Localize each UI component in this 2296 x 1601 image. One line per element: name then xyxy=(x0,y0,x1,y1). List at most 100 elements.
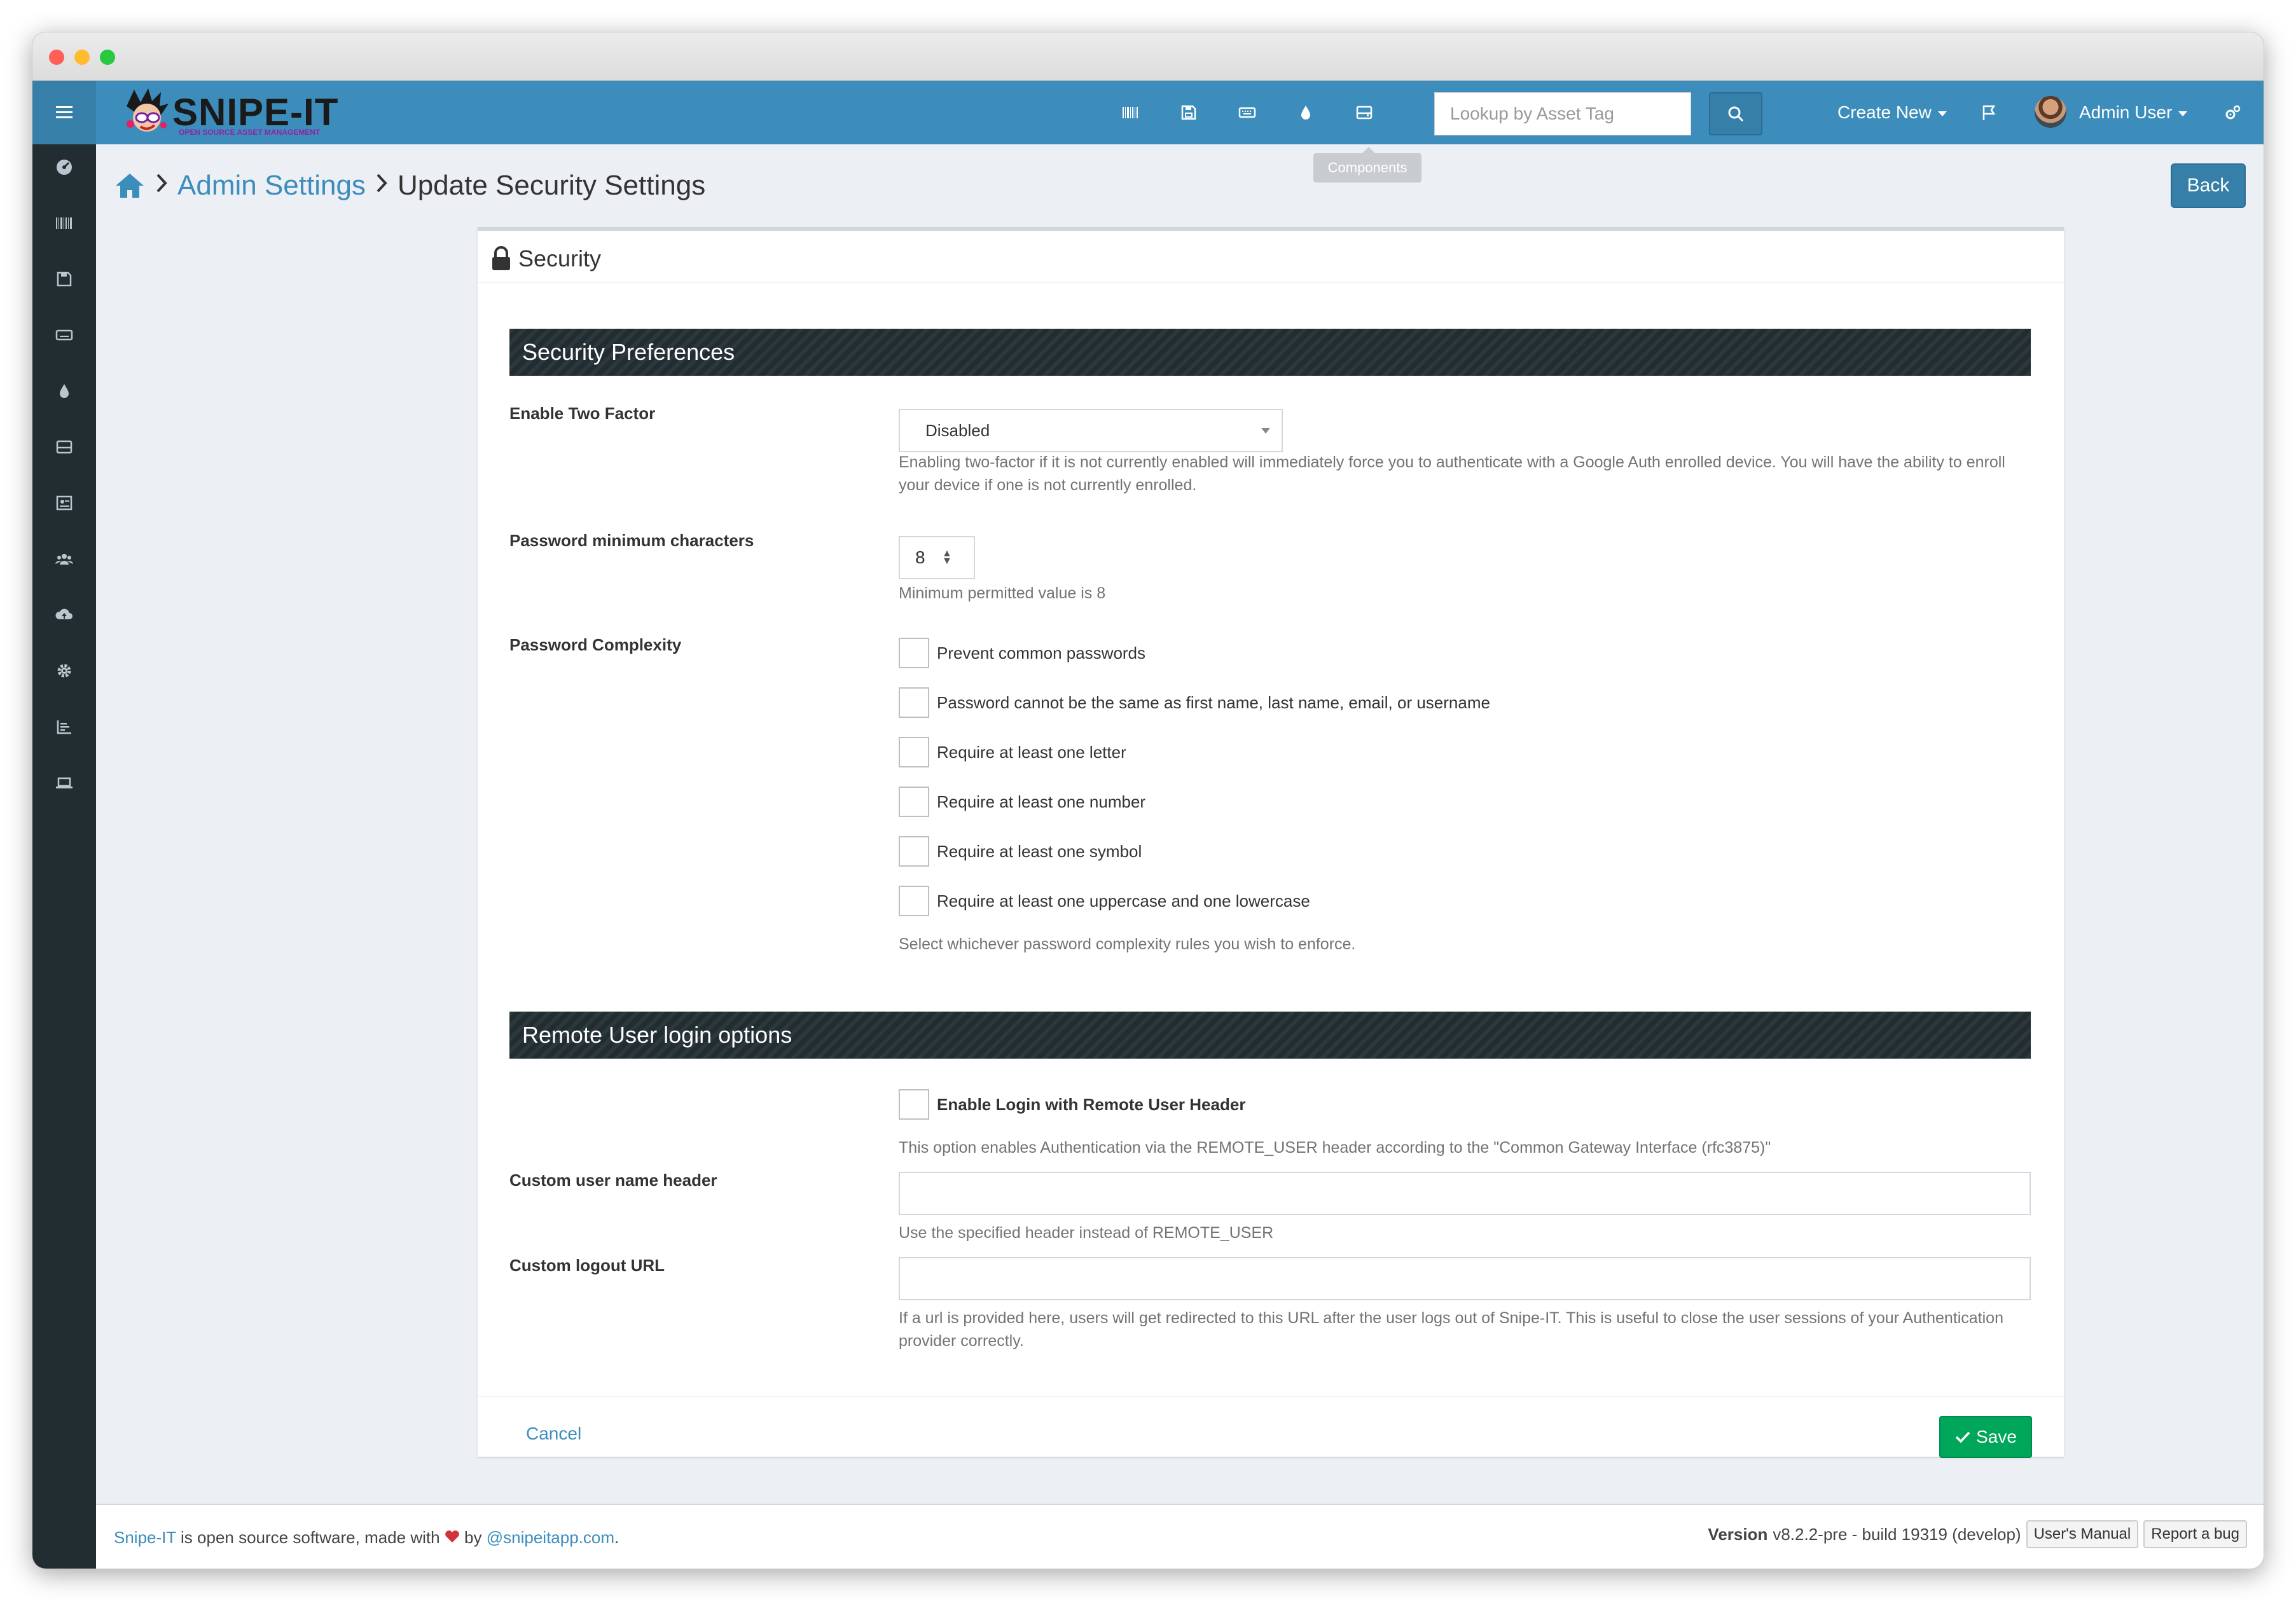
barcode-icon[interactable] xyxy=(52,210,77,236)
tint-icon[interactable] xyxy=(52,378,77,404)
users-manual-button[interactable]: User's Manual xyxy=(2026,1520,2139,1548)
breadcrumb-admin-settings-link[interactable]: Admin Settings xyxy=(177,170,366,202)
checkbox[interactable] xyxy=(899,687,929,718)
complexity-option[interactable]: Prevent common passwords xyxy=(899,638,1145,668)
logout-url-label: Custom logout URL xyxy=(509,1256,665,1275)
logo-mascot-icon xyxy=(127,88,169,132)
panel-title-text: Security xyxy=(518,245,602,271)
license-icon[interactable] xyxy=(52,490,77,516)
check-icon xyxy=(1955,1431,1970,1443)
flag-icon[interactable] xyxy=(1976,100,2002,125)
hamburger-icon xyxy=(56,106,73,118)
hdd-icon[interactable] xyxy=(52,434,77,460)
remote-user-option[interactable]: Enable Login with Remote User Header xyxy=(899,1089,1245,1120)
complexity-option[interactable]: Require at least one symbol xyxy=(899,836,1142,867)
footer-text: by xyxy=(464,1528,482,1547)
complexity-option[interactable]: Password cannot be the same as first nam… xyxy=(899,687,1490,718)
save-icon[interactable] xyxy=(1176,100,1201,125)
users-icon[interactable] xyxy=(52,546,77,572)
settings-icon[interactable] xyxy=(52,658,77,684)
page-footer: Snipe-IT is open source software, made w… xyxy=(96,1504,2264,1569)
checkbox[interactable] xyxy=(899,886,929,916)
save-button[interactable]: Save xyxy=(1939,1416,2032,1458)
security-settings-panel: Security Security Preferences Enable Two… xyxy=(478,227,2064,1458)
keyboard-icon[interactable] xyxy=(52,322,77,348)
chevron-down-icon xyxy=(1937,111,1947,116)
browser-window: SNIPE-IT OPEN SOURCE ASSET MANAGEMENT Lo… xyxy=(32,32,2264,1569)
complexity-option[interactable]: Require at least one uppercase and one l… xyxy=(899,886,1310,916)
checkbox[interactable] xyxy=(899,737,929,767)
avatar[interactable] xyxy=(2035,96,2066,128)
two-factor-label: Enable Two Factor xyxy=(509,404,656,423)
page-title: Update Security Settings xyxy=(397,170,706,201)
complexity-help: Select whichever password complexity rul… xyxy=(899,935,1356,953)
sidebar xyxy=(32,81,96,1569)
save-icon[interactable] xyxy=(52,266,77,292)
checkbox-label: Require at least one letter xyxy=(937,742,1126,762)
window-titlebar xyxy=(32,32,2264,81)
home-icon[interactable] xyxy=(114,172,146,200)
checkbox-label: Enable Login with Remote User Header xyxy=(937,1094,1246,1114)
footer-version: Version v8.2.2-pre - build 19319 (develo… xyxy=(1708,1520,2247,1548)
cloud-upload-icon[interactable] xyxy=(52,602,77,628)
two-factor-select-value: Disabled xyxy=(925,421,990,440)
logout-url-input[interactable] xyxy=(899,1257,2031,1300)
user-menu-dropdown[interactable]: Admin User xyxy=(2079,100,2188,125)
checkbox-label: Require at least one symbol xyxy=(937,841,1142,861)
chevron-right-icon xyxy=(375,172,389,200)
search-icon xyxy=(1728,106,1744,122)
custom-header-input[interactable] xyxy=(899,1172,2031,1215)
cogs-icon[interactable] xyxy=(2220,100,2246,125)
tint-icon[interactable] xyxy=(1293,100,1318,125)
complexity-option[interactable]: Require at least one number xyxy=(899,787,1145,817)
laptop-icon[interactable] xyxy=(52,770,77,795)
footer-text: is open source software, made with xyxy=(181,1528,440,1547)
chevron-down-icon xyxy=(2178,111,2188,116)
checkbox-label: Require at least one number xyxy=(937,792,1146,811)
barcode-icon[interactable] xyxy=(1117,100,1143,125)
divider xyxy=(478,282,2064,283)
user-name: Admin User xyxy=(2079,102,2173,122)
search-button[interactable] xyxy=(1709,92,1762,135)
complexity-option[interactable]: Require at least one letter xyxy=(899,737,1126,767)
logo-text: SNIPE-IT xyxy=(172,91,339,134)
dashboard-icon[interactable] xyxy=(52,155,77,180)
app-logo[interactable]: SNIPE-IT OPEN SOURCE ASSET MANAGEMENT xyxy=(121,86,338,139)
section-header-remote-user: Remote User login options xyxy=(509,1012,2031,1059)
password-min-value: 8 xyxy=(915,547,925,567)
checkbox-label: Prevent common passwords xyxy=(937,643,1146,663)
close-window-button[interactable] xyxy=(49,50,64,65)
lock-icon xyxy=(492,246,510,270)
hdd-icon[interactable] xyxy=(1352,100,1377,125)
minimize-window-button[interactable] xyxy=(74,50,90,65)
password-complexity-label: Password Complexity xyxy=(509,635,682,654)
checkbox-label: Password cannot be the same as first nam… xyxy=(937,692,1490,712)
two-factor-select[interactable]: Disabled xyxy=(899,409,1283,452)
checkbox[interactable] xyxy=(899,787,929,817)
logout-url-help: If a url is provided here, users will ge… xyxy=(899,1309,2003,1350)
password-min-help: Minimum permitted value is 8 xyxy=(899,584,1106,602)
heart-icon xyxy=(445,1530,459,1543)
menu-toggle-button[interactable] xyxy=(32,81,96,144)
top-navbar: SNIPE-IT OPEN SOURCE ASSET MANAGEMENT Lo… xyxy=(32,81,2264,144)
logo-subtext: OPEN SOURCE ASSET MANAGEMENT xyxy=(179,128,321,137)
back-button[interactable]: Back xyxy=(2171,163,2246,208)
create-new-dropdown[interactable]: Create New xyxy=(1837,100,1947,125)
checkbox[interactable] xyxy=(899,836,929,867)
snipeit-link[interactable]: Snipe-IT xyxy=(114,1528,176,1547)
maximize-window-button[interactable] xyxy=(100,50,115,65)
checkbox[interactable] xyxy=(899,638,929,668)
password-min-stepper[interactable]: 8 ▲ ▼ xyxy=(899,536,975,579)
checkbox-label: Require at least one uppercase and one l… xyxy=(937,891,1310,910)
snipeitapp-link[interactable]: @snipeitapp.com xyxy=(487,1528,614,1547)
section-header-security-preferences: Security Preferences xyxy=(509,329,2031,376)
report-bug-button[interactable]: Report a bug xyxy=(2143,1520,2247,1548)
reports-icon[interactable] xyxy=(52,714,77,739)
checkbox[interactable] xyxy=(899,1089,929,1120)
divider xyxy=(478,1396,2064,1397)
two-factor-help: Enabling two-factor if it is not current… xyxy=(899,453,2005,494)
cancel-button[interactable]: Cancel xyxy=(526,1424,581,1444)
asset-tag-search-input[interactable]: Lookup by Asset Tag xyxy=(1434,92,1691,135)
spinner-icon[interactable]: ▲ ▼ xyxy=(942,549,952,567)
keyboard-icon[interactable] xyxy=(1234,100,1260,125)
